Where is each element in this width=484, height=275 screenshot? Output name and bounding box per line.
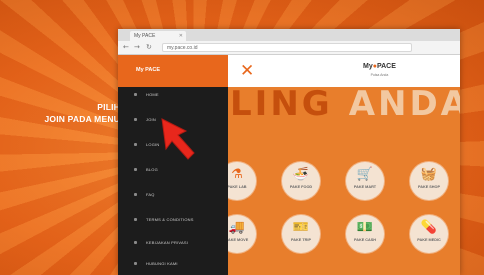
tab-close-icon[interactable]: ✕ — [179, 31, 183, 41]
menu-item-label: FAQ — [146, 192, 155, 197]
menu-item-label: HOME — [146, 92, 159, 97]
service-label: PAKE FOOD — [289, 185, 313, 189]
menu-item-home[interactable]: HOME — [118, 87, 228, 107]
service-pake-cash[interactable]: 💵 PAKE CASH — [346, 215, 384, 253]
logo: My●PACE Pulsa Anda — [363, 63, 396, 79]
logo-brand: PACE — [376, 63, 396, 70]
hero-headline: LING ANDAL — [230, 84, 460, 124]
menu-item-terms[interactable]: TERMS & CONDITIONS — [118, 212, 228, 232]
login-icon — [134, 143, 137, 146]
blog-icon — [134, 168, 137, 171]
cart-icon: 🛒 — [356, 167, 374, 182]
service-label: PAKE SHOP — [417, 185, 441, 189]
web-page: ✕ My●PACE Pulsa Anda LINGANDAL ⚗ PAKE LA… — [118, 55, 460, 275]
food-icon: 🍜 — [292, 167, 310, 182]
cash-icon: 💵 — [356, 220, 374, 235]
faq-icon — [134, 193, 137, 196]
pointer-arrow-icon — [161, 118, 195, 160]
side-menu-title: My PACE — [136, 67, 161, 73]
basket-icon: 🧺 — [420, 167, 438, 182]
headline-word-1: LING — [230, 84, 333, 124]
menu-item-label: JOIN — [146, 117, 156, 122]
ticket-icon: 🎫 — [292, 220, 310, 235]
contact-icon — [134, 262, 137, 265]
menu-item-faq[interactable]: FAQ — [118, 187, 228, 207]
forward-icon[interactable]: → — [134, 42, 140, 53]
service-label: PAKE MEDIC — [417, 238, 441, 242]
caption-line-2: JOIN PADA MENU — [44, 114, 120, 124]
service-label: PAKE MART — [353, 185, 377, 189]
service-label: PAKE TRIP — [291, 238, 311, 242]
terms-icon — [134, 218, 137, 221]
menu-item-label: HUBUNGI KAMI — [146, 261, 178, 266]
headline-word-2: ANDAL — [348, 84, 460, 124]
service-pake-mart[interactable]: 🛒 PAKE MART — [346, 162, 384, 200]
tab-title: My PACE — [134, 33, 156, 39]
service-pake-food[interactable]: 🍜 PAKE FOOD — [282, 162, 320, 200]
medic-icon: 💊 — [420, 220, 438, 235]
service-pake-medic[interactable]: 💊 PAKE MEDIC — [410, 215, 448, 253]
menu-item-label: LOGIN — [146, 142, 160, 147]
logo-subtitle: Pulsa Anda — [370, 73, 389, 77]
side-menu: My PACE HOME JOIN LOGIN BLOG FAQ TERMS &… — [118, 55, 228, 275]
instruction-caption: PILIH JOIN PADA MENU — [8, 101, 120, 125]
back-icon[interactable]: ← — [123, 42, 129, 53]
service-label: PAKE CASH — [353, 238, 377, 242]
menu-item-label: BLOG — [146, 167, 158, 172]
menu-item-contact[interactable]: HUBUNGI KAMI — [118, 256, 228, 275]
side-menu-header: My PACE — [118, 55, 228, 87]
address-bar: ← → ↻ my.pace.co.id — [118, 41, 460, 55]
menu-item-label: TERMS & CONDITIONS — [146, 217, 194, 222]
service-pake-trip[interactable]: 🎫 PAKE TRIP — [282, 215, 320, 253]
close-menu-icon[interactable]: ✕ — [240, 61, 254, 81]
menu-item-blog[interactable]: BLOG — [118, 162, 228, 182]
home-icon — [134, 93, 137, 96]
browser-tab[interactable]: My PACE ✕ — [130, 31, 186, 41]
join-icon — [134, 118, 137, 121]
menu-item-privacy[interactable]: KEBIJAKAN PRIVASI — [118, 235, 228, 255]
service-pake-shop[interactable]: 🧺 PAKE SHOP — [410, 162, 448, 200]
url-input[interactable]: my.pace.co.id — [162, 43, 412, 52]
reload-icon[interactable]: ↻ — [146, 42, 152, 53]
tab-bar: My PACE ✕ — [118, 29, 460, 41]
logo-text: My — [363, 63, 373, 70]
privacy-icon — [134, 241, 137, 244]
menu-item-label: KEBIJAKAN PRIVASI — [146, 240, 189, 245]
caption-line-1: PILIH — [97, 102, 120, 112]
